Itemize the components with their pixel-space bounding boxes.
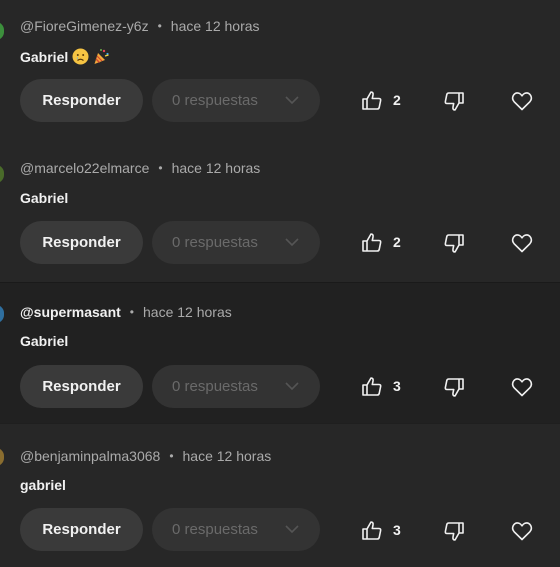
comment-timestamp[interactable]: hace 12 horas: [172, 160, 261, 176]
chevron-down-icon: [284, 522, 300, 536]
separator-dot: •: [169, 449, 174, 463]
comment-item: @FioreGimenez-y6z • hace 12 horas Gabrie…: [0, 0, 560, 143]
comment-author[interactable]: @supermasant: [20, 304, 121, 320]
like-count: 3: [393, 378, 401, 394]
comment-timestamp[interactable]: hace 12 horas: [183, 448, 272, 464]
reply-button[interactable]: Responder: [20, 79, 143, 122]
comment-author[interactable]: @marcelo22elmarce: [20, 160, 149, 176]
comment-text-content: Gabriel: [20, 190, 69, 206]
comment-item: @marcelo22elmarce • hace 12 horas Gabrie…: [0, 143, 560, 286]
heart-icon[interactable]: [510, 89, 534, 113]
dislike-icon[interactable]: [442, 231, 466, 255]
like-icon[interactable]: [360, 89, 384, 113]
chevron-down-icon: [284, 93, 300, 107]
replies-label: 0 respuestas: [172, 521, 258, 538]
replies-label: 0 respuestas: [172, 378, 258, 395]
comment-author[interactable]: @benjaminpalma3068: [20, 448, 160, 464]
comment-text: Gabriel: [20, 48, 110, 65]
heart-icon[interactable]: [510, 375, 534, 399]
chevron-down-icon: [284, 235, 300, 249]
crying-face-emoji: [72, 48, 89, 65]
reply-button[interactable]: Responder: [20, 365, 143, 408]
avatar[interactable]: [0, 22, 4, 40]
comment-text-content: Gabriel: [20, 48, 69, 65]
comment-timestamp[interactable]: hace 12 horas: [171, 18, 260, 34]
avatar[interactable]: [0, 165, 4, 183]
heart-icon[interactable]: [510, 231, 534, 255]
replies-label: 0 respuestas: [172, 234, 258, 251]
separator-dot: •: [158, 161, 163, 175]
like-count: 2: [393, 234, 401, 250]
comment-item: @benjaminpalma3068 • hace 12 horas gabri…: [0, 423, 560, 567]
comment-header: @marcelo22elmarce • hace 12 horas: [20, 158, 260, 178]
replies-button[interactable]: 0 respuestas: [152, 508, 320, 551]
heart-icon[interactable]: [510, 519, 534, 543]
like-icon[interactable]: [360, 375, 384, 399]
avatar[interactable]: [0, 305, 4, 323]
dislike-icon[interactable]: [442, 519, 466, 543]
comment-author[interactable]: @FioreGimenez-y6z: [20, 18, 149, 34]
separator-dot: •: [157, 19, 162, 33]
comment-text: Gabriel: [20, 190, 68, 206]
comment-text-content: gabriel: [20, 477, 66, 493]
like-icon[interactable]: [360, 519, 384, 543]
comment-timestamp[interactable]: hace 12 horas: [143, 304, 232, 320]
comment-text: gabriel: [20, 477, 66, 493]
party-popper-emoji: [93, 48, 110, 65]
comment-item: @supermasant • hace 12 horas Gabriel Res…: [0, 282, 560, 426]
avatar[interactable]: [0, 448, 4, 466]
comment-header: @benjaminpalma3068 • hace 12 horas: [20, 446, 271, 466]
separator-dot: •: [129, 305, 134, 319]
replies-label: 0 respuestas: [172, 92, 258, 109]
replies-button[interactable]: 0 respuestas: [152, 221, 320, 264]
dislike-icon[interactable]: [442, 89, 466, 113]
comment-text: Gabriel: [20, 333, 68, 349]
comment-text-content: Gabriel: [20, 333, 69, 349]
comment-header: @FioreGimenez-y6z • hace 12 horas: [20, 16, 260, 36]
chevron-down-icon: [284, 379, 300, 393]
like-count: 2: [393, 92, 401, 108]
like-count: 3: [393, 522, 401, 538]
reply-button[interactable]: Responder: [20, 221, 143, 264]
comment-header: @supermasant • hace 12 horas: [20, 302, 232, 322]
replies-button[interactable]: 0 respuestas: [152, 79, 320, 122]
dislike-icon[interactable]: [442, 375, 466, 399]
replies-button[interactable]: 0 respuestas: [152, 365, 320, 408]
like-icon[interactable]: [360, 231, 384, 255]
reply-button[interactable]: Responder: [20, 508, 143, 551]
